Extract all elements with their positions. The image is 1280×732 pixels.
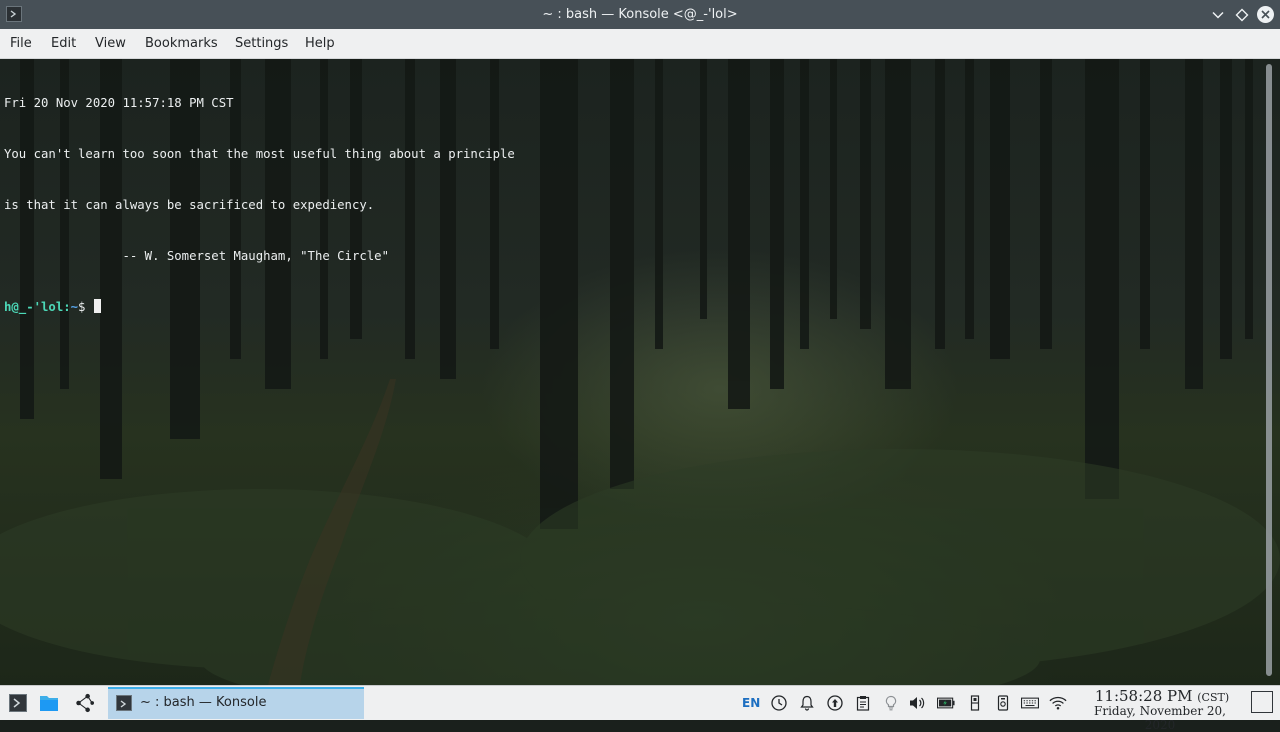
terminal-scrollbar[interactable] [1266, 64, 1272, 676]
usb-device-button[interactable] [966, 694, 984, 712]
device-icon [997, 695, 1009, 711]
night-color-button[interactable] [882, 694, 900, 712]
launcher-button[interactable] [8, 693, 28, 713]
prompt-symbol: $ [78, 300, 93, 314]
close-icon [1257, 6, 1274, 23]
network-button[interactable] [1049, 694, 1067, 712]
menu-settings[interactable]: Settings [235, 29, 288, 59]
task-konsole[interactable]: ~ : bash — Konsole [108, 687, 364, 719]
folder-icon [40, 696, 58, 711]
terminal-icon [9, 694, 27, 712]
files-button[interactable] [39, 693, 59, 713]
volume-button[interactable] [909, 694, 927, 712]
kde-connect-button[interactable] [74, 693, 94, 713]
clipboard-icon [856, 696, 870, 711]
text-cursor [93, 299, 101, 313]
updates-button[interactable] [826, 694, 844, 712]
terminal-view[interactable]: Fri 20 Nov 2020 11:57:18 PM CST You can'… [0, 59, 1280, 685]
usb-icon [970, 695, 980, 711]
keyboard-icon [1021, 697, 1039, 709]
prompt-user: h@_-'lol: [4, 300, 71, 314]
task-label: ~ : bash — Konsole [140, 695, 267, 710]
keep-above-button[interactable] [1232, 5, 1251, 24]
prompt-line[interactable]: h@_-'lol:~$ [4, 299, 515, 316]
clock-tray-button[interactable] [770, 694, 788, 712]
keyboard-layout-indicator[interactable]: EN [742, 686, 760, 720]
menu-bookmarks[interactable]: Bookmarks [145, 29, 218, 59]
window-titlebar[interactable]: ~ : bash — Konsole <@_-'lol> [0, 0, 1280, 29]
clock-time[interactable]: 11:58:28 PM (CST) [1082, 687, 1242, 705]
taskbar: ~ : bash — Konsole EN 11:58:28 PM (CST) … [0, 685, 1280, 732]
share-icon [76, 693, 94, 713]
bulb-icon [885, 695, 897, 711]
clock-time-value: 11:58:28 PM [1094, 687, 1193, 705]
notifications-button[interactable] [798, 694, 816, 712]
show-desktop-button[interactable] [1251, 691, 1273, 713]
menu-file[interactable]: File [10, 29, 32, 59]
bell-icon [800, 695, 814, 711]
minimize-button[interactable] [1208, 5, 1227, 24]
output-line: Fri 20 Nov 2020 11:57:18 PM CST [4, 96, 234, 110]
virtual-keyboard-button[interactable] [1021, 694, 1039, 712]
terminal-output: Fri 20 Nov 2020 11:57:18 PM CST You can'… [4, 61, 515, 350]
volume-icon [910, 697, 925, 709]
terminal-icon [116, 695, 132, 711]
clock-zone: (CST) [1197, 691, 1230, 704]
menu-bar: File Edit View Bookmarks Settings Help [0, 29, 1280, 59]
close-button[interactable] [1256, 5, 1275, 24]
output-line: -- W. Somerset Maugham, "The Circle" [4, 249, 389, 263]
menu-view[interactable]: View [95, 29, 126, 59]
menu-edit[interactable]: Edit [51, 29, 76, 59]
chevron-down-icon [1211, 11, 1224, 19]
clock-icon [771, 695, 787, 711]
connected-device-button[interactable] [994, 694, 1012, 712]
clock-date[interactable]: Friday, November 20, 2020 [1078, 704, 1242, 732]
battery-button[interactable] [937, 694, 955, 712]
output-line: is that it can always be sacrificed to e… [4, 198, 375, 212]
window-title: ~ : bash — Konsole <@_-'lol> [542, 7, 738, 22]
update-icon [827, 695, 843, 711]
output-line: You can't learn too soon that the most u… [4, 147, 515, 161]
diamond-icon [1235, 8, 1248, 21]
clipboard-button[interactable] [854, 694, 872, 712]
menu-help[interactable]: Help [305, 29, 335, 59]
prompt-path: ~ [70, 300, 79, 314]
battery-icon [937, 697, 955, 709]
wifi-icon [1049, 696, 1067, 710]
